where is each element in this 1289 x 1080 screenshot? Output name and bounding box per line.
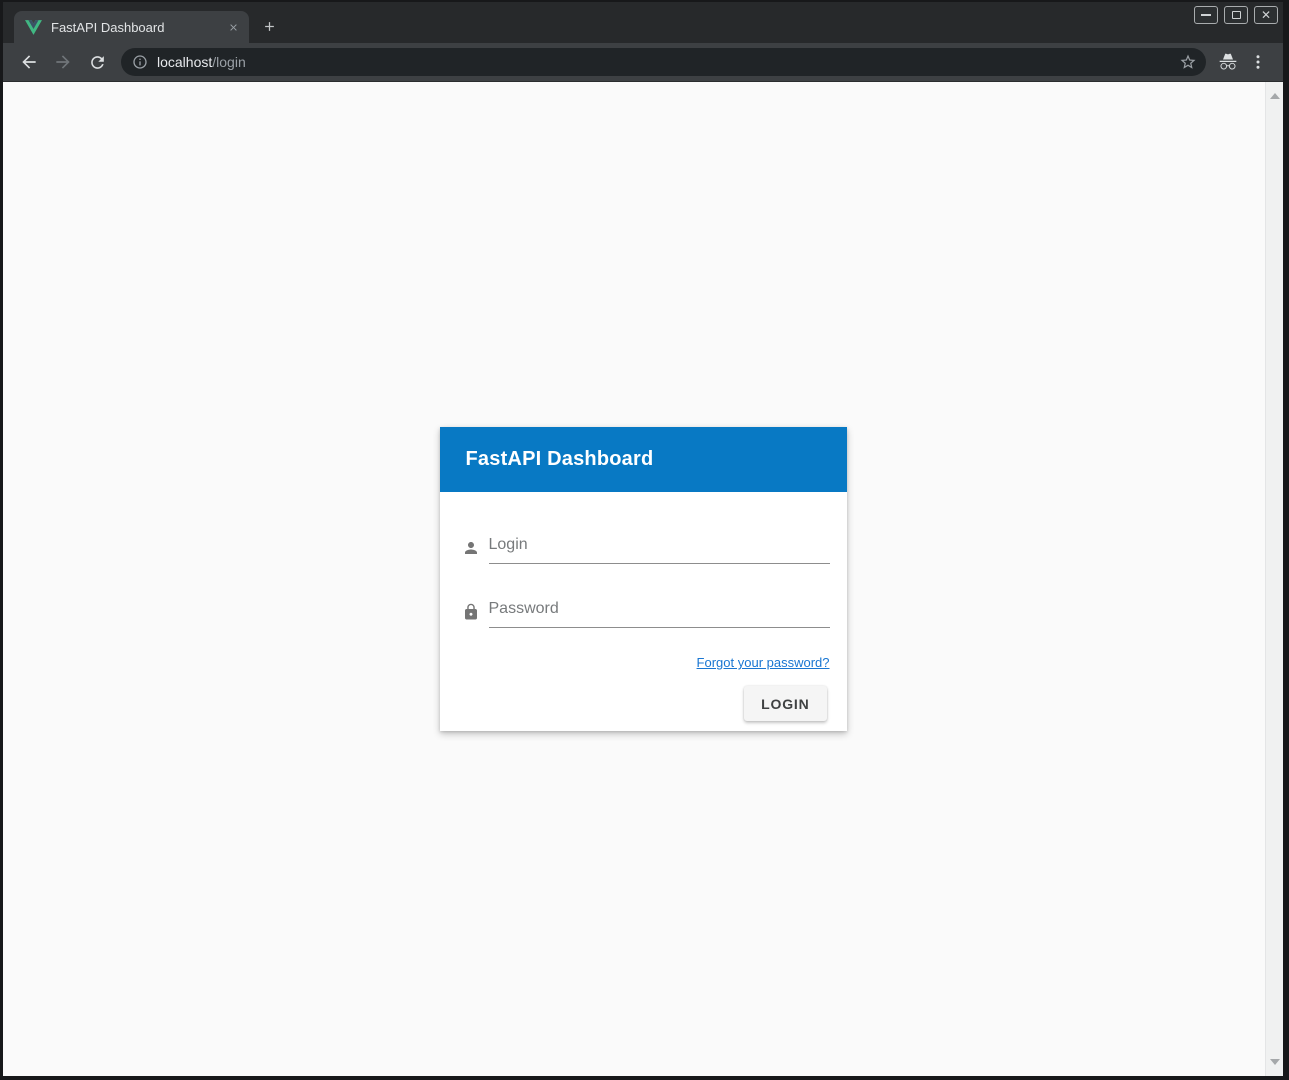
person-icon [462, 539, 480, 557]
incognito-icon [1213, 48, 1243, 76]
tab-title: FastAPI Dashboard [51, 20, 224, 35]
login-card-body: Forgot your password? LOGIN [440, 492, 847, 731]
maximize-button[interactable] [1224, 6, 1248, 24]
url-host: localhost [157, 54, 212, 70]
login-button[interactable]: LOGIN [744, 686, 826, 721]
close-button[interactable]: ✕ [1254, 6, 1278, 24]
scroll-down-icon[interactable] [1270, 1059, 1280, 1065]
minimize-button[interactable] [1194, 6, 1218, 24]
close-icon: ✕ [1261, 9, 1271, 21]
password-input[interactable] [489, 594, 830, 628]
back-button[interactable] [15, 48, 43, 76]
login-card: FastAPI Dashboard [440, 427, 847, 731]
page-content: FastAPI Dashboard [3, 82, 1283, 1076]
page-info-icon[interactable] [132, 54, 148, 70]
lock-icon [462, 603, 480, 621]
titlebar: FastAPI Dashboard ✕ [3, 2, 1283, 43]
bookmark-star-icon[interactable] [1176, 50, 1200, 74]
refresh-icon [88, 53, 107, 72]
browser-tab[interactable]: FastAPI Dashboard [14, 11, 249, 43]
arrow-back-icon [19, 52, 39, 72]
new-tab-button[interactable] [255, 12, 283, 40]
minimize-icon [1201, 14, 1211, 16]
login-card-header: FastAPI Dashboard [440, 427, 847, 492]
navigation-toolbar: localhost/login [3, 43, 1283, 82]
arrow-forward-icon [53, 52, 73, 72]
maximize-icon [1232, 11, 1241, 19]
login-field-row [462, 530, 830, 564]
login-input[interactable] [489, 530, 830, 564]
tab-close-icon[interactable] [224, 18, 242, 36]
forgot-password-link[interactable]: Forgot your password? [697, 655, 830, 670]
scroll-up-icon[interactable] [1270, 93, 1280, 99]
login-card-title: FastAPI Dashboard [466, 448, 654, 471]
address-bar[interactable]: localhost/login [121, 48, 1206, 76]
forward-button[interactable] [49, 48, 77, 76]
card-actions: LOGIN [462, 686, 830, 721]
reload-button[interactable] [83, 48, 111, 76]
browser-window: FastAPI Dashboard ✕ [0, 0, 1289, 1080]
browser-menu-button[interactable] [1243, 48, 1273, 76]
url-path: /login [212, 54, 245, 70]
window-controls: ✕ [1194, 6, 1278, 24]
forgot-password-row: Forgot your password? [462, 654, 830, 672]
password-field-row [462, 594, 830, 628]
url-text: localhost/login [157, 54, 246, 70]
page-scrollbar[interactable] [1265, 82, 1283, 1076]
vue-logo-icon [25, 20, 42, 35]
kebab-menu-icon [1249, 53, 1267, 71]
